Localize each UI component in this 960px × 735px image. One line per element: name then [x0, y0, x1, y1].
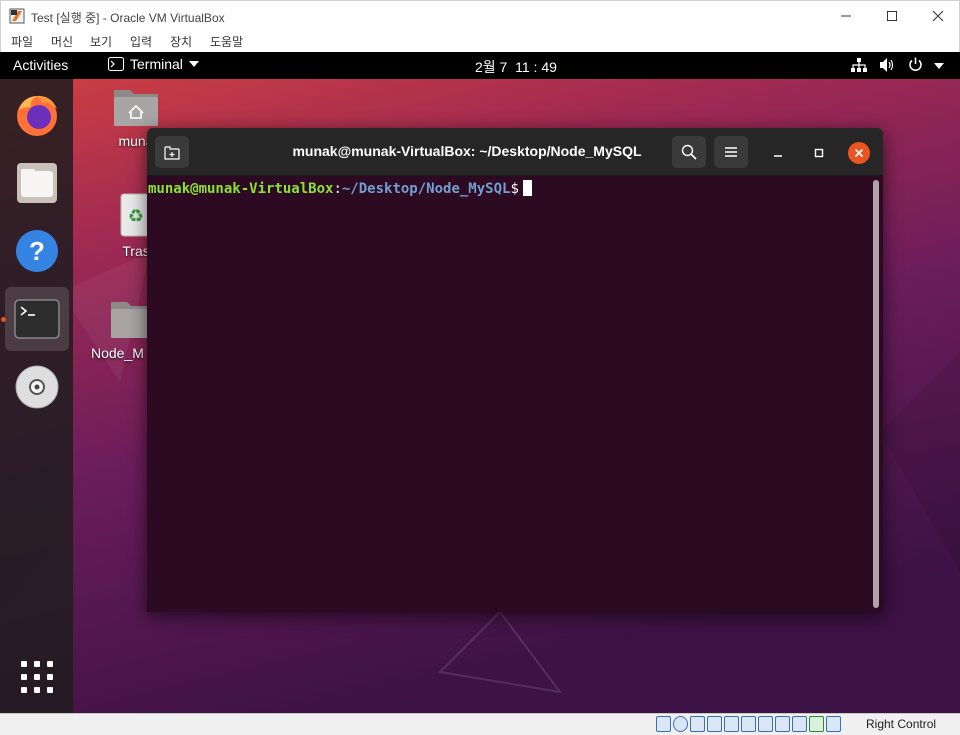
svg-text:?: ? [29, 236, 45, 266]
clock-date: 2월 7 [475, 59, 508, 75]
virtualbox-menu-bar: 파일 머신 보기 입력 장치 도움말 [0, 30, 960, 52]
hamburger-icon [725, 147, 737, 157]
terminal-header-bar[interactable]: munak@munak-VirtualBox: ~/Desktop/Node_M… [147, 128, 883, 176]
menu-file[interactable]: 파일 [11, 33, 33, 50]
running-indicator [1, 317, 6, 322]
network-status-icon[interactable] [707, 716, 722, 732]
dock-disc[interactable] [5, 355, 69, 419]
maximize-icon [887, 11, 897, 21]
prompt-symbol: $ [510, 181, 519, 197]
terminal-body[interactable]: munak@munak-VirtualBox:~/Desktop/Node_My… [147, 176, 883, 612]
clock[interactable]: 2월 7 11 : 49 [475, 57, 557, 77]
menu-machine[interactable]: 머신 [51, 33, 73, 50]
virtualization-icon[interactable] [792, 716, 807, 732]
minimize-icon [774, 155, 782, 157]
menu-devices[interactable]: 장치 [170, 33, 192, 50]
terminal-icon [14, 299, 60, 339]
virtualbox-title-bar: Test [실행 중] - Oracle VM VirtualBox [0, 0, 960, 30]
gnome-top-bar: Activities Terminal 2월 7 11 : 49 [0, 52, 960, 79]
power-icon[interactable] [908, 57, 923, 72]
menu-input[interactable]: 입력 [130, 33, 152, 50]
disc-icon [15, 365, 59, 409]
optical-drive-icon[interactable] [673, 716, 688, 732]
mouse-integration-icon[interactable] [809, 716, 824, 732]
terminal-scrollbar[interactable] [873, 180, 879, 608]
app-grid-icon [21, 661, 53, 693]
clock-time: 11 : 49 [515, 59, 557, 75]
terminal-window[interactable]: munak@munak-VirtualBox: ~/Desktop/Node_M… [147, 128, 883, 612]
app-menu-label: Terminal [130, 56, 183, 72]
files-icon [17, 163, 57, 203]
recording-icon[interactable] [775, 716, 790, 732]
shell-prompt: munak@munak-VirtualBox:~/Desktop/Node_My… [148, 180, 532, 197]
home-folder-icon [114, 90, 158, 126]
firefox-icon [17, 95, 57, 136]
text-cursor [522, 180, 532, 196]
status-icons [656, 716, 841, 732]
hamburger-menu-button[interactable] [714, 136, 748, 168]
maximize-icon [814, 148, 824, 158]
help-icon: ? [16, 230, 58, 272]
audio-icon[interactable] [690, 716, 705, 732]
volume-icon[interactable] [880, 58, 896, 72]
minimize-icon [841, 15, 851, 17]
terminal-small-icon [108, 57, 124, 71]
window-title: Test [실행 중] - Oracle VM VirtualBox [31, 11, 225, 25]
virtualbox-app-icon [9, 8, 25, 24]
usb-icon[interactable] [724, 716, 739, 732]
svg-text:♻: ♻ [128, 206, 144, 227]
keyboard-capture-icon[interactable] [826, 716, 841, 732]
hard-disk-icon[interactable] [656, 716, 671, 732]
host-key-label: Right Control [866, 717, 937, 731]
show-applications-button[interactable] [5, 645, 69, 709]
dock-help[interactable]: ? [5, 219, 69, 283]
terminal-close-button[interactable] [848, 142, 870, 164]
prompt-user: munak@munak-VirtualBox [148, 181, 334, 197]
minimize-button[interactable] [823, 1, 869, 31]
prompt-colon: : [333, 181, 342, 197]
vm-screen[interactable]: Activities Terminal 2월 7 11 : 49 ? muna … [0, 52, 960, 713]
terminal-minimize-button[interactable] [767, 142, 789, 164]
search-icon [681, 144, 697, 160]
menu-view[interactable]: 보기 [90, 33, 112, 50]
search-button[interactable] [672, 136, 706, 168]
activities-button[interactable]: Activities [13, 57, 68, 73]
network-icon[interactable] [851, 58, 867, 72]
chevron-down-icon [188, 61, 199, 67]
dock-terminal[interactable] [5, 287, 69, 351]
terminal-maximize-button[interactable] [808, 142, 830, 164]
terminal-app-menu[interactable]: Terminal [108, 56, 199, 72]
dock: ? [0, 79, 73, 713]
display-icon[interactable] [758, 716, 773, 732]
maximize-button[interactable] [869, 1, 915, 31]
close-icon [932, 10, 944, 22]
prompt-path: ~/Desktop/Node_MySQL [341, 181, 511, 197]
close-icon [854, 148, 864, 158]
dock-files[interactable] [5, 151, 69, 215]
menu-help[interactable]: 도움말 [210, 33, 243, 50]
shared-folders-icon[interactable] [741, 716, 756, 732]
close-button[interactable] [915, 1, 960, 31]
virtualbox-status-bar: Right Control [0, 713, 960, 735]
dock-firefox[interactable] [5, 83, 69, 147]
system-menu-chevron-icon[interactable] [934, 63, 944, 69]
